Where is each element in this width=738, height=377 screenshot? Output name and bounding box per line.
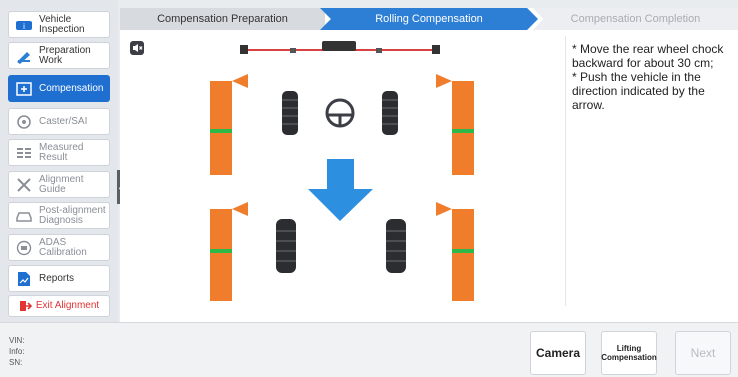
vehicle-info: VIN: Info: SN: [9,335,25,368]
next-button[interactable]: Next [675,331,731,375]
sn-label: SN: [9,358,23,367]
divider [565,36,566,306]
instructions-text: * Move the rear wheel chock backward for… [572,42,732,112]
sidebar-item-alignment-guide[interactable]: Alignment Guide [8,171,110,198]
sidebar-item-label: Compensation [39,82,104,94]
sidebar-item-reports[interactable]: Reports [8,265,110,292]
left-rear-target-icon [210,202,248,301]
wheel-icon [14,113,34,131]
car-info-icon: i [14,16,34,34]
adas-icon [14,239,34,257]
sidebar-item-label: Alignment Guide [39,173,84,195]
sidebar-item-label: Preparation Work [39,44,91,66]
sidebar-item-label: Reports [39,272,75,284]
wrench-pencil-icon [14,47,34,65]
step-progress: Compensation Preparation Compensation Co… [120,8,738,30]
svg-text:i: i [23,22,25,31]
sidebar-item-label: ADAS Calibration [39,236,87,258]
lifting-compensation-button[interactable]: Lifting Compensation [601,331,657,375]
sidebar-item-compensation[interactable]: Compensation [8,75,110,102]
compensation-icon [14,80,34,98]
info-label: Info: [9,347,25,356]
left-front-target-icon [210,74,248,175]
bottom-bar: VIN: Info: SN: Camera Lifting Compensatio… [0,322,738,377]
instruction-line: * Move the rear wheel chock backward for… [572,42,724,70]
sidebar-item-adas-calibration[interactable]: ADAS Calibration [8,234,110,261]
mute-icon[interactable] [130,41,144,55]
arrow-down-icon [308,159,373,221]
step-compensation-preparation: Compensation Preparation [120,8,325,30]
vehicle-compensation-graphic [210,41,474,301]
main-panel: Compensation Preparation Compensation Co… [120,8,738,322]
instruction-line: * Push the vehicle in the direction indi… [572,70,705,112]
crossbeam-icon [240,41,440,54]
car-diagnosis-icon [14,207,34,225]
sidebar-item-caster-sai[interactable]: Caster/SAI [8,108,110,135]
exit-alignment-label: Exit Alignment [35,300,100,311]
camera-button[interactable]: Camera [530,331,586,375]
lifting-compensation-label: Lifting Compensation [601,344,657,362]
sidebar: i Vehicle Inspection Preparation Work Comp… [0,0,118,322]
steering-wheel-icon [325,98,355,128]
sidebar-item-label: Measured Result [39,141,84,163]
right-rear-target-icon [436,202,474,301]
list-icon [14,144,34,162]
sidebar-item-measured-result[interactable]: Measured Result [8,139,110,166]
report-icon [14,270,34,288]
sidebar-item-vehicle-inspection[interactable]: i Vehicle Inspection [8,11,110,38]
sidebar-item-preparation-work[interactable]: Preparation Work [8,42,110,69]
right-front-target-icon [436,74,474,175]
tools-icon [14,176,34,194]
sidebar-item-label: Post-alignment Diagnosis [39,204,106,226]
vin-label: VIN: [9,336,25,345]
sidebar-item-label: Vehicle Inspection [39,13,85,35]
step-rolling-compensation: Rolling Compensation [320,8,538,30]
exit-alignment-button[interactable]: Exit Alignment [8,295,110,317]
exit-icon [19,297,33,315]
step-compensation-completion: Compensation Completion [533,8,738,30]
sidebar-item-label: Caster/SAI [39,115,88,127]
sidebar-item-post-alignment-diagnosis[interactable]: Post-alignment Diagnosis [8,202,110,229]
